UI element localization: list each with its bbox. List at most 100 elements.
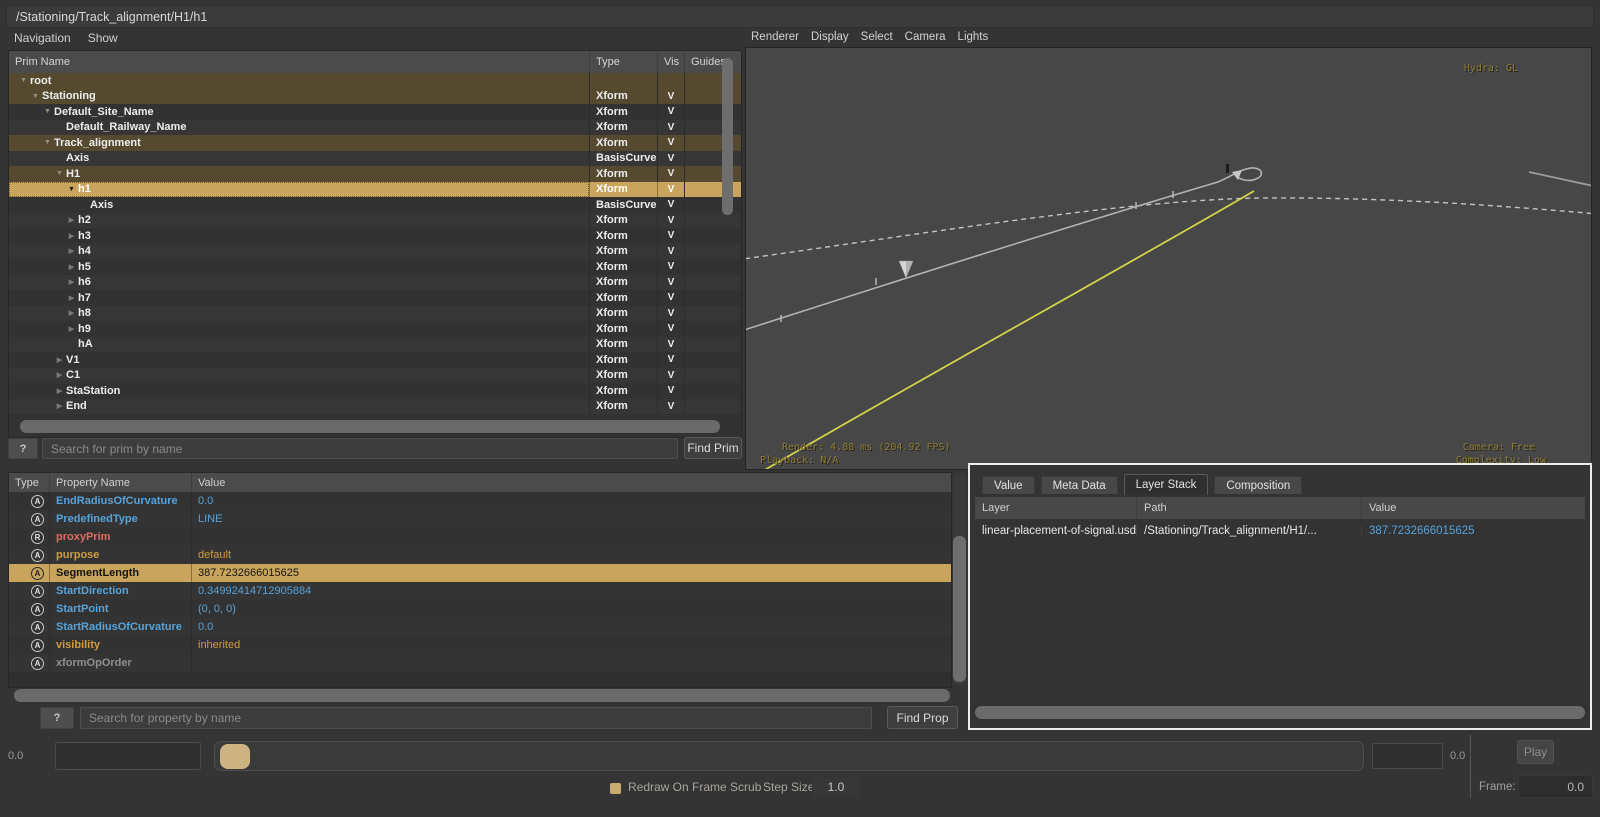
prim-vis-cell[interactable]: V (657, 151, 684, 167)
expand-triangle-icon[interactable]: ▼ (29, 93, 42, 100)
prim-path-bar[interactable]: /Stationing/Track_alignment/H1/h1 (6, 5, 1594, 28)
expand-triangle-icon[interactable]: ▶ (65, 325, 78, 333)
prim-vis-cell[interactable]: V (657, 337, 684, 353)
expand-triangle-icon[interactable]: ▶ (65, 263, 78, 271)
tree-row[interactable]: ▶h6XformV (9, 275, 741, 291)
prim-vis-cell[interactable]: V (657, 197, 684, 213)
prim-vis-cell[interactable]: V (657, 290, 684, 306)
tree-row[interactable]: ▼StationingXformV (9, 89, 741, 105)
step-size-input[interactable]: 1.0 (812, 777, 860, 797)
expand-triangle-icon[interactable]: ▼ (17, 77, 30, 84)
expand-triangle-icon[interactable]: ▶ (65, 309, 78, 317)
viewport-menu-renderer[interactable]: Renderer (751, 31, 799, 43)
expand-triangle-icon[interactable]: ▶ (53, 402, 66, 410)
property-row[interactable]: RproxyPrim (9, 528, 951, 546)
tree-row[interactable]: ▶h7XformV (9, 290, 741, 306)
redraw-checkbox[interactable] (610, 783, 621, 794)
viewport-menu-camera[interactable]: Camera (905, 31, 946, 43)
expand-triangle-icon[interactable]: ▶ (65, 232, 78, 240)
viewport-menu-select[interactable]: Select (861, 31, 893, 43)
tree-row[interactable]: ▼root (9, 73, 741, 89)
property-horizontal-scrollbar[interactable] (14, 689, 950, 702)
tree-row[interactable]: ▶h8XformV (9, 306, 741, 322)
inspector-horizontal-scrollbar[interactable] (975, 706, 1585, 719)
prim-vis-cell[interactable]: V (657, 182, 684, 198)
timeline-end-input[interactable] (1372, 743, 1443, 769)
inspector-header-layer[interactable]: Layer (975, 497, 1136, 519)
prim-vis-cell[interactable]: V (657, 259, 684, 275)
prim-vis-cell[interactable]: V (657, 244, 684, 260)
property-vertical-scrollbar[interactable] (953, 536, 966, 682)
tree-row[interactable]: ▶h5XformV (9, 259, 741, 275)
tree-row[interactable]: ▶h9XformV (9, 321, 741, 337)
tab-composition[interactable]: Composition (1214, 476, 1302, 494)
viewport-menu-display[interactable]: Display (811, 31, 849, 43)
property-row[interactable]: Apurposedefault (9, 546, 951, 564)
prim-vis-cell[interactable] (657, 73, 684, 89)
property-row[interactable]: AEndRadiusOfCurvature0.0 (9, 492, 951, 510)
expand-triangle-icon[interactable]: ▼ (53, 170, 66, 177)
timeline-slider-handle[interactable] (220, 744, 250, 769)
viewport-3d[interactable]: Hydra: GL Render: 4.88 ms (204.92 FPS) P… (745, 47, 1592, 470)
prim-vis-cell[interactable]: V (657, 352, 684, 368)
tree-header-type[interactable]: Type (589, 51, 657, 73)
property-row[interactable]: ASegmentLength387.7232666015625 (9, 564, 951, 582)
expand-triangle-icon[interactable]: ▼ (65, 186, 78, 193)
tab-meta-data[interactable]: Meta Data (1041, 476, 1118, 494)
prim-vis-cell[interactable]: V (657, 275, 684, 291)
tree-row[interactable]: AxisBasisCurvesV (9, 197, 741, 213)
play-button[interactable]: Play (1517, 740, 1554, 764)
find-prim-button[interactable]: Find Prim (684, 437, 742, 459)
expand-triangle-icon[interactable]: ▼ (41, 108, 54, 115)
property-header-name[interactable]: Property Name (49, 473, 191, 492)
tree-row[interactable]: Default_Railway_NameXformV (9, 120, 741, 136)
tree-row[interactable]: ▼Track_alignmentXformV (9, 135, 741, 151)
property-row[interactable]: AStartPoint(0, 0, 0) (9, 600, 951, 618)
expand-triangle-icon[interactable]: ▶ (65, 294, 78, 302)
tree-row[interactable]: ▶V1XformV (9, 352, 741, 368)
property-search-input[interactable] (80, 707, 872, 729)
prim-vis-cell[interactable]: V (657, 166, 684, 182)
property-header-type[interactable]: Type (9, 477, 49, 489)
find-prop-button[interactable]: Find Prop (887, 706, 958, 729)
expand-triangle-icon[interactable]: ▶ (53, 356, 66, 364)
property-row[interactable]: AStartDirection0.34992414712905884 (9, 582, 951, 600)
prim-vis-cell[interactable]: V (657, 228, 684, 244)
expand-triangle-icon[interactable]: ▶ (65, 216, 78, 224)
tab-value[interactable]: Value (982, 476, 1035, 494)
tree-row[interactable]: ▼Default_Site_NameXformV (9, 104, 741, 120)
tree-row[interactable]: ▶h3XformV (9, 228, 741, 244)
frame-input[interactable]: 0.0 (1518, 775, 1593, 798)
expand-triangle-icon[interactable]: ▼ (41, 139, 54, 146)
expand-triangle-icon[interactable]: ▶ (65, 278, 78, 286)
tree-row[interactable]: ▼h1XformV (9, 182, 741, 198)
prim-vis-cell[interactable]: V (657, 104, 684, 120)
expand-triangle-icon[interactable]: ▶ (53, 387, 66, 395)
prim-vis-cell[interactable]: V (657, 399, 684, 415)
property-row[interactable]: AStartRadiusOfCurvature0.0 (9, 618, 951, 636)
viewport-menu-lights[interactable]: Lights (958, 31, 989, 43)
property-row[interactable]: APredefinedTypeLINE (9, 510, 951, 528)
property-row[interactable]: AxformOpOrder (9, 654, 951, 672)
prim-vis-cell[interactable]: V (657, 213, 684, 229)
prim-search-input[interactable] (42, 438, 678, 459)
prim-vis-cell[interactable]: V (657, 135, 684, 151)
tree-row[interactable]: ▶StaStationXformV (9, 383, 741, 399)
tree-header-prim-name[interactable]: Prim Name (9, 51, 589, 73)
prim-search-help-button[interactable]: ? (8, 438, 38, 459)
tree-horizontal-scrollbar[interactable] (20, 420, 720, 433)
expand-triangle-icon[interactable]: ▶ (53, 371, 66, 379)
prim-vis-cell[interactable]: V (657, 321, 684, 337)
prim-vis-cell[interactable]: V (657, 383, 684, 399)
property-row[interactable]: Avisibilityinherited (9, 636, 951, 654)
timeline-start-input[interactable] (55, 742, 201, 770)
layer-stack-row[interactable]: linear-placement-of-signal.usda/Stationi… (975, 519, 1585, 543)
tree-row[interactable]: ▼H1XformV (9, 166, 741, 182)
tree-row[interactable]: hAXformV (9, 337, 741, 353)
inspector-header-value[interactable]: Value (1361, 497, 1585, 519)
prim-vis-cell[interactable]: V (657, 120, 684, 136)
timeline-slider-track[interactable] (214, 741, 1364, 771)
property-search-help-button[interactable]: ? (40, 707, 74, 729)
tree-vertical-scrollbar[interactable] (722, 58, 733, 215)
menu-item-show[interactable]: Show (88, 31, 118, 47)
